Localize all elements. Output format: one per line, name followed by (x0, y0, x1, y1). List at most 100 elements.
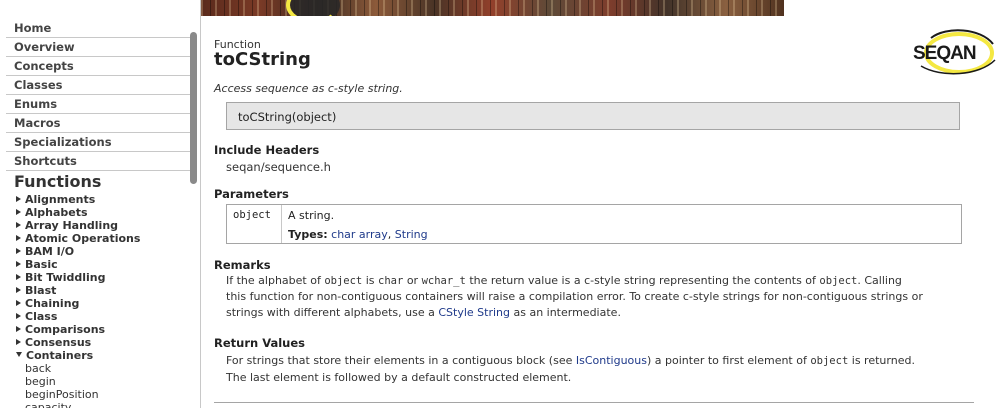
function-group-label: Class (25, 310, 58, 323)
function-group-item-expanded[interactable]: Containers (16, 349, 188, 362)
function-signature: toCString(object) (238, 110, 337, 124)
parameters-heading: Parameters (214, 187, 289, 201)
subitem-link[interactable]: begin (25, 375, 185, 388)
text: . Calling (857, 274, 902, 287)
text: is (362, 274, 379, 287)
chevron-right-icon (16, 313, 21, 319)
function-group-label: Alignments (25, 193, 96, 206)
function-group-label: Basic (25, 258, 58, 271)
return-values-heading: Return Values (214, 336, 306, 350)
subitem-link[interactable]: back (25, 362, 185, 375)
function-group-item[interactable]: Class (16, 310, 188, 323)
nav-concepts[interactable]: Concepts (6, 57, 190, 76)
function-group-item[interactable]: Alphabets (16, 206, 188, 219)
signature-box: toCString(object) (226, 102, 960, 130)
text: strings with different alphabets, use a (226, 306, 439, 319)
function-group-list: Alignments Alphabets Array Handling Atom… (16, 193, 188, 362)
chevron-right-icon (16, 300, 21, 306)
function-group-label: Comparisons (25, 323, 106, 336)
chevron-right-icon (16, 222, 21, 228)
function-group-item[interactable]: Basic (16, 258, 188, 271)
code-wchar: wchar_t (421, 275, 466, 287)
nav-specializations[interactable]: Specializations (6, 133, 190, 152)
chevron-right-icon (16, 235, 21, 241)
seqan-logo: SEQAN (913, 29, 996, 75)
page-title: toCString (214, 49, 311, 70)
param-description: A string. (288, 209, 335, 222)
remarks-line: this function for non-contiguous contain… (226, 290, 923, 303)
brief-description: Access sequence as c-style string. (214, 82, 403, 95)
function-group-label: Containers (26, 349, 94, 362)
types-label: Types: (288, 228, 328, 241)
main-content: Function toCString SEQAN Access sequence… (201, 16, 1008, 408)
function-group-item[interactable]: BAM I/O (16, 245, 188, 258)
function-group-item[interactable]: Blast (16, 284, 188, 297)
nav-home[interactable]: Home (6, 19, 190, 38)
chevron-right-icon (16, 287, 21, 293)
header-banner-image (201, 0, 784, 16)
functions-heading: Functions (14, 172, 102, 191)
logo-swoosh-icon (286, 0, 340, 16)
include-file: seqan/sequence.h (226, 160, 331, 174)
text: as an intermediate. (509, 306, 621, 319)
function-group-label: Consensus (25, 336, 92, 349)
chevron-right-icon (16, 274, 21, 280)
function-group-label: Chaining (25, 297, 80, 310)
subitem-link[interactable]: beginPosition (25, 388, 185, 401)
include-headers-heading: Include Headers (214, 143, 320, 157)
code-object: object (324, 275, 363, 287)
remarks-line: strings with different alphabets, use a … (226, 306, 621, 319)
remarks-line: If the alphabet of object is char or wch… (226, 274, 902, 287)
nav-shortcuts[interactable]: Shortcuts (6, 152, 190, 171)
function-group-label: Array Handling (25, 219, 119, 232)
function-group-item[interactable]: Consensus (16, 336, 188, 349)
text: is returned. (848, 354, 915, 367)
logo-text: SEQAN (913, 43, 976, 64)
chevron-right-icon (16, 261, 21, 267)
containers-subitem-list: back begin beginPosition capacity (25, 362, 185, 408)
nav-enums[interactable]: Enums (6, 95, 190, 114)
param-name: object (233, 209, 271, 221)
function-group-label: Alphabets (25, 206, 88, 219)
nav-macros[interactable]: Macros (6, 114, 190, 133)
return-values-line: The last element is followed by a defaul… (226, 371, 572, 384)
chevron-down-icon (16, 352, 22, 357)
text: the return value is a c-style string rep… (465, 274, 820, 287)
cstyle-string-link[interactable]: CStyle String (438, 306, 510, 319)
remarks-heading: Remarks (214, 258, 271, 272)
text: or (403, 274, 422, 287)
text: ) a pointer to first element of (646, 354, 811, 367)
parameters-table: object A string. Types: char array, Stri… (226, 204, 962, 244)
text: If the alphabet of (226, 274, 325, 287)
sidebar-scrollbar[interactable] (190, 32, 197, 184)
subitem-link[interactable]: capacity (25, 401, 185, 408)
function-group-label: Bit Twiddling (25, 271, 106, 284)
function-group-item[interactable]: Comparisons (16, 323, 188, 336)
text: For strings that store their elements in… (226, 354, 576, 367)
sidebar-nav: Home Overview Concepts Classes Enums Mac… (6, 19, 190, 171)
return-values-line: For strings that store their elements in… (226, 354, 915, 367)
code-object: object (819, 275, 858, 287)
chevron-right-icon (16, 196, 21, 202)
chevron-right-icon (16, 209, 21, 215)
type-link-string[interactable]: String (395, 228, 428, 241)
chevron-right-icon (16, 326, 21, 332)
function-group-item[interactable]: Array Handling (16, 219, 188, 232)
code-object: object (810, 355, 849, 367)
param-types: Types: char array, String (288, 228, 428, 241)
function-group-label: BAM I/O (25, 245, 75, 258)
function-group-item[interactable]: Bit Twiddling (16, 271, 188, 284)
types-separator: , (387, 228, 395, 241)
divider (214, 402, 974, 403)
chevron-right-icon (16, 248, 21, 254)
code-char: char (378, 275, 404, 287)
function-group-item[interactable]: Chaining (16, 297, 188, 310)
function-group-item[interactable]: Alignments (16, 193, 188, 206)
function-group-item[interactable]: Atomic Operations (16, 232, 188, 245)
sidebar: Home Overview Concepts Classes Enums Mac… (0, 0, 201, 408)
nav-classes[interactable]: Classes (6, 76, 190, 95)
nav-overview[interactable]: Overview (6, 38, 190, 57)
type-link-char-array[interactable]: char array (331, 228, 388, 241)
iscontiguous-link[interactable]: IsContiguous (576, 354, 647, 367)
chevron-right-icon (16, 339, 21, 345)
